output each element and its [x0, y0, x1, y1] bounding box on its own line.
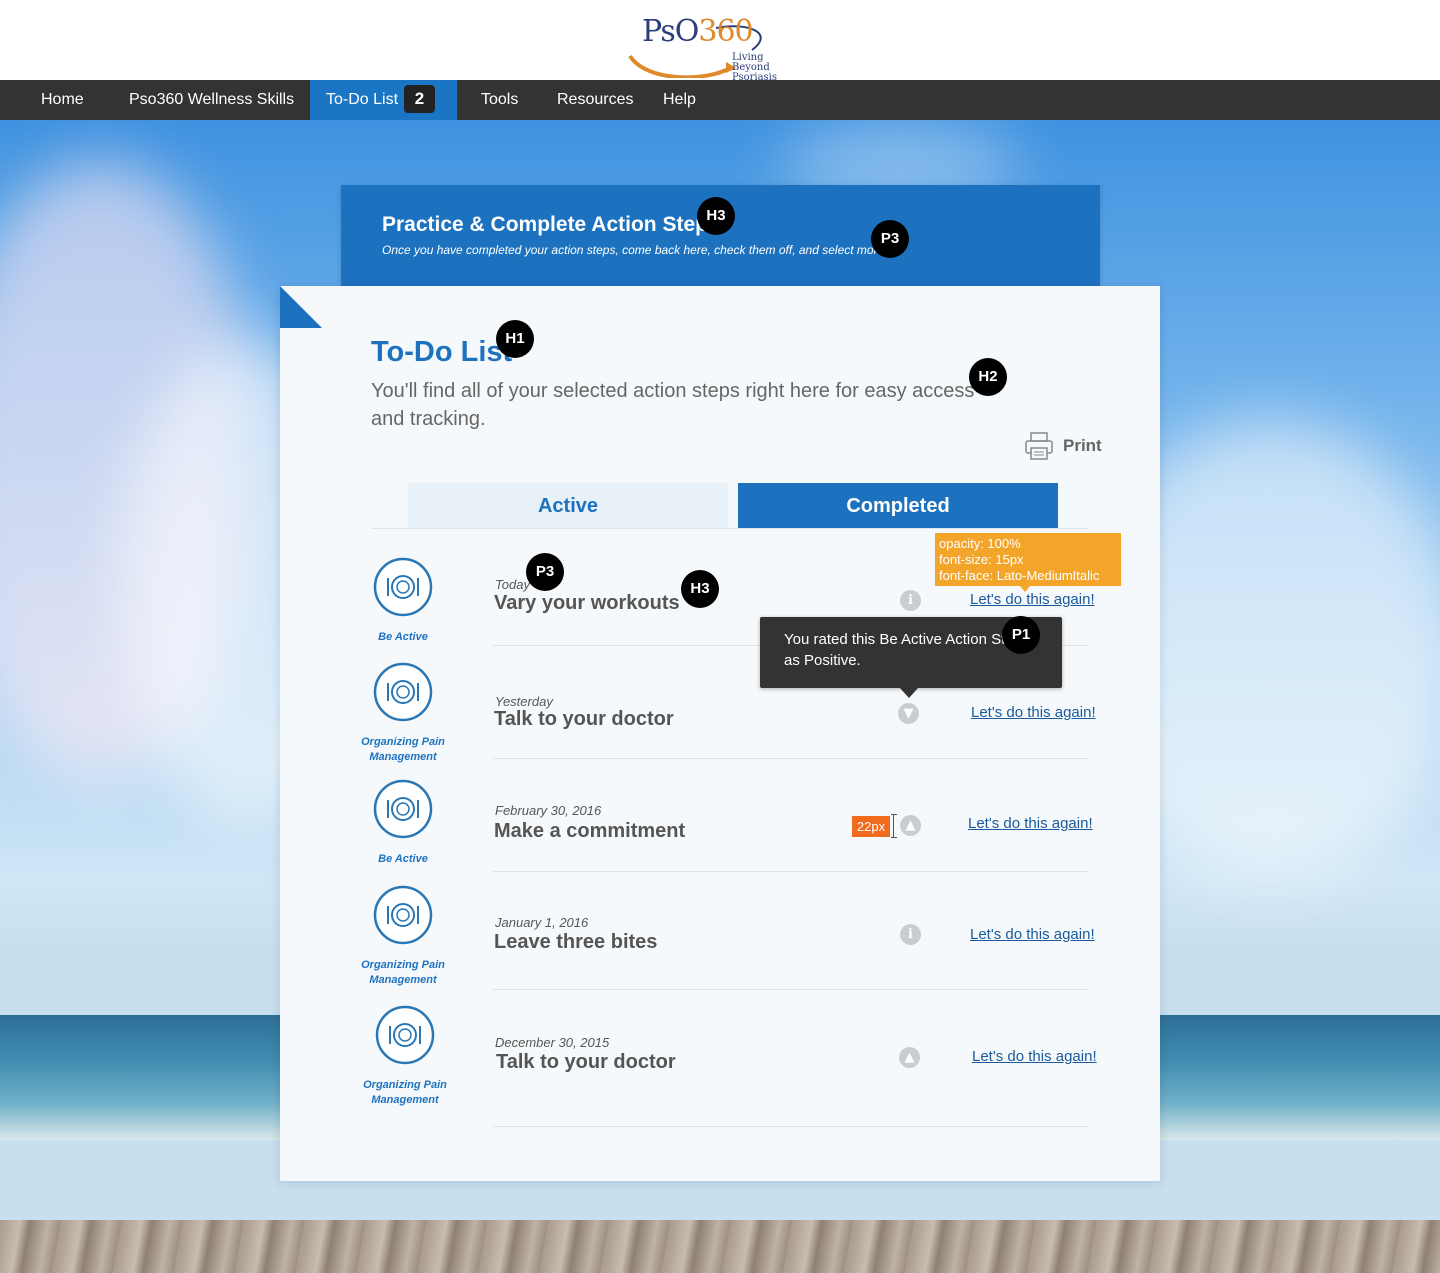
typography-tag: P3 — [526, 553, 564, 591]
row-divider — [493, 758, 1088, 759]
page-fold-corner — [280, 286, 322, 328]
spec-annotation: opacity: 100% font-size: 15px font-face:… — [935, 533, 1121, 586]
item-date: Today — [495, 577, 530, 592]
pso360-logo[interactable]: PsO360 Living Beyond Psoriasis — [626, 10, 802, 83]
banner-title: Practice & Complete Action Steps — [382, 213, 720, 236]
banner-subtitle: Once you have completed your action step… — [382, 243, 888, 257]
category-organizing-pain-management: Organizing Pain Management — [353, 885, 453, 988]
header: PsO360 Living Beyond Psoriasis — [0, 0, 1440, 83]
tooltip-arrow — [900, 688, 918, 698]
plate-utensils-icon — [373, 779, 433, 839]
nav-todo-label: To-Do List — [326, 91, 399, 108]
nav-resources[interactable]: Resources — [557, 80, 633, 120]
tabs-divider — [372, 528, 1088, 529]
thumbs-up-icon[interactable]: ▲ — [900, 815, 921, 836]
typography-tag: H1 — [496, 320, 534, 358]
category-be-active: Be Active — [353, 779, 453, 867]
category-label: Be Active — [378, 853, 428, 865]
typography-tag: H3 — [681, 570, 719, 608]
nav-help[interactable]: Help — [663, 80, 696, 120]
plate-utensils-icon — [375, 1005, 435, 1065]
print-label: Print — [1063, 436, 1102, 455]
do-again-link[interactable]: Let's do this again! — [970, 591, 1095, 608]
category-label: Organizing Pain Management — [363, 1079, 447, 1106]
plate-utensils-icon — [373, 885, 433, 945]
nav-tools[interactable]: Tools — [481, 80, 518, 120]
spec-annotation-arrow — [1020, 586, 1030, 592]
category-organizing-pain-management: Organizing Pain Management — [353, 662, 453, 765]
category-be-active: Be Active — [353, 557, 453, 645]
page-title: To-Do List — [371, 336, 513, 368]
spec-line: opacity: 100% — [939, 536, 1021, 551]
typography-tag: H3 — [697, 197, 735, 235]
spec-line: font-size: 15px — [939, 552, 1024, 567]
row-divider — [493, 871, 1088, 872]
category-label: Be Active — [378, 631, 428, 643]
wooden-deck — [0, 1220, 1440, 1273]
todo-count-badge: 2 — [404, 84, 436, 113]
spec-line: font-face: Lato-MediumItalic — [939, 568, 1100, 583]
item-date: Yesterday — [495, 694, 553, 709]
item-title: Make a commitment — [494, 820, 686, 842]
printer-icon — [1025, 432, 1053, 460]
category-organizing-pain-management: Organizing Pain Management — [355, 1005, 455, 1108]
info-icon[interactable]: i — [900, 924, 921, 945]
page-subtitle: You'll find all of your selected action … — [371, 380, 975, 430]
item-title: Talk to your doctor — [496, 1051, 676, 1073]
typography-tag: P1 — [1002, 616, 1040, 654]
item-date: December 30, 2015 — [495, 1035, 610, 1050]
plate-utensils-icon — [373, 662, 433, 722]
category-label: Organizing Pain Management — [361, 959, 445, 986]
info-icon[interactable]: i — [900, 590, 921, 611]
item-date: February 30, 2016 — [495, 803, 602, 818]
tab-completed[interactable]: Completed — [738, 483, 1058, 529]
print-button[interactable]: Print — [1024, 431, 1102, 461]
row-divider — [493, 989, 1088, 990]
nav-home[interactable]: Home — [41, 80, 84, 120]
logo-tagline: Living Beyond Psoriasis — [732, 52, 778, 83]
tab-active[interactable]: Active — [408, 483, 728, 529]
thumbs-down-icon[interactable]: ▼ — [898, 703, 919, 724]
do-again-link[interactable]: Let's do this again! — [972, 1048, 1097, 1065]
logo-wordmark: PsO360 — [642, 14, 754, 49]
plate-utensils-icon — [373, 557, 433, 617]
item-title: Vary your workouts — [494, 592, 680, 614]
do-again-link[interactable]: Let's do this again! — [971, 704, 1096, 721]
nav-todo-list[interactable]: To-Do List 2 — [310, 80, 457, 120]
row-divider — [493, 1126, 1088, 1127]
main-nav: Home Pso360 Wellness Skills To-Do List 2 … — [0, 80, 1440, 120]
spacing-measure: 22px — [852, 816, 890, 837]
typography-tag: P3 — [871, 220, 909, 258]
thumbs-up-icon[interactable]: ▲ — [899, 1047, 920, 1068]
do-again-link[interactable]: Let's do this again! — [968, 815, 1093, 832]
item-title: Leave three bites — [494, 931, 658, 953]
category-label: Organizing Pain Management — [361, 736, 445, 763]
item-date: January 1, 2016 — [495, 915, 589, 930]
item-title: Talk to your doctor — [494, 708, 674, 730]
typography-tag: H2 — [969, 358, 1007, 396]
do-again-link[interactable]: Let's do this again! — [970, 926, 1095, 943]
nav-wellness-skills[interactable]: Pso360 Wellness Skills — [129, 80, 294, 120]
spacing-measure-caret — [891, 814, 897, 838]
